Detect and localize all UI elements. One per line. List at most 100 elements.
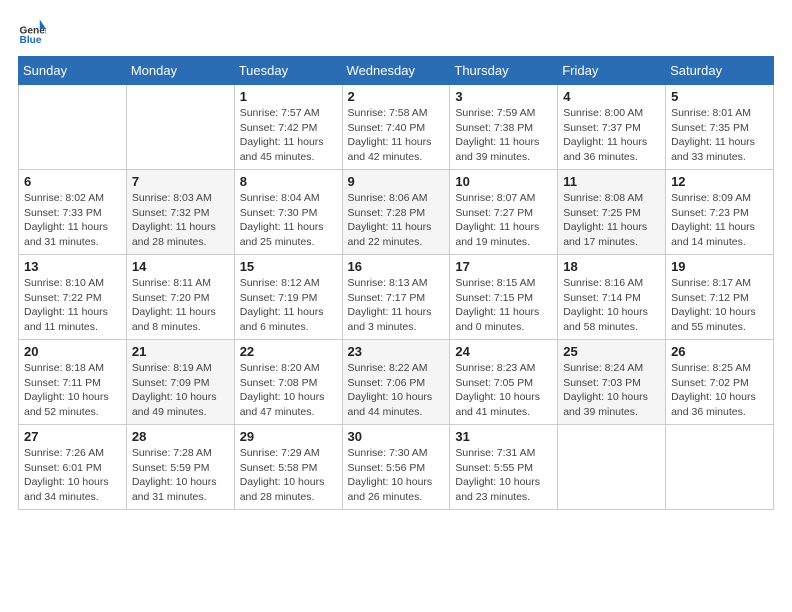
day-info: Sunrise: 8:06 AMSunset: 7:28 PMDaylight:… bbox=[348, 191, 445, 250]
day-info: Sunrise: 7:58 AMSunset: 7:40 PMDaylight:… bbox=[348, 106, 445, 165]
day-number: 11 bbox=[563, 174, 660, 189]
calendar-cell: 24 Sunrise: 8:23 AMSunset: 7:05 PMDayligh… bbox=[450, 340, 558, 425]
day-info: Sunrise: 7:28 AMSunset: 5:59 PMDaylight:… bbox=[132, 446, 229, 505]
day-info: Sunrise: 8:19 AMSunset: 7:09 PMDaylight:… bbox=[132, 361, 229, 420]
calendar-cell: 19 Sunrise: 8:17 AMSunset: 7:12 PMDayligh… bbox=[666, 255, 774, 340]
day-info: Sunrise: 8:00 AMSunset: 7:37 PMDaylight:… bbox=[563, 106, 660, 165]
calendar-cell: 20 Sunrise: 8:18 AMSunset: 7:11 PMDayligh… bbox=[19, 340, 127, 425]
calendar-cell: 13 Sunrise: 8:10 AMSunset: 7:22 PMDayligh… bbox=[19, 255, 127, 340]
calendar-cell: 18 Sunrise: 8:16 AMSunset: 7:14 PMDayligh… bbox=[558, 255, 666, 340]
day-info: Sunrise: 8:13 AMSunset: 7:17 PMDaylight:… bbox=[348, 276, 445, 335]
day-info: Sunrise: 8:12 AMSunset: 7:19 PMDaylight:… bbox=[240, 276, 337, 335]
calendar-cell bbox=[558, 425, 666, 510]
day-number: 14 bbox=[132, 259, 229, 274]
day-number: 4 bbox=[563, 89, 660, 104]
calendar-cell: 23Sunrise: 8:22 AMSunset: 7:06 PMDayligh… bbox=[342, 340, 450, 425]
day-info: Sunrise: 8:15 AMSunset: 7:15 PMDaylight:… bbox=[455, 276, 552, 335]
day-number: 30 bbox=[348, 429, 445, 444]
calendar-cell: 2 Sunrise: 7:58 AMSunset: 7:40 PMDaylight… bbox=[342, 85, 450, 170]
day-number: 18 bbox=[563, 259, 660, 274]
logo: General Blue bbox=[18, 18, 46, 46]
weekday-header: Sunday bbox=[19, 57, 127, 85]
calendar-cell: 21 Sunrise: 8:19 AMSunset: 7:09 PMDayligh… bbox=[126, 340, 234, 425]
calendar-cell: 30 Sunrise: 7:30 AMSunset: 5:56 PMDayligh… bbox=[342, 425, 450, 510]
day-info: Sunrise: 7:31 AMSunset: 5:55 PMDaylight:… bbox=[455, 446, 552, 505]
calendar-cell: 31 Sunrise: 7:31 AMSunset: 5:55 PMDayligh… bbox=[450, 425, 558, 510]
day-info: Sunrise: 8:10 AMSunset: 7:22 PMDaylight:… bbox=[24, 276, 121, 335]
calendar-cell: 27Sunrise: 7:26 AMSunset: 6:01 PMDayligh… bbox=[19, 425, 127, 510]
day-number: 22 bbox=[240, 344, 337, 359]
calendar-cell: 22 Sunrise: 8:20 AMSunset: 7:08 PMDayligh… bbox=[234, 340, 342, 425]
day-number: 6 bbox=[24, 174, 121, 189]
calendar-cell: 7 Sunrise: 8:03 AMSunset: 7:32 PMDaylight… bbox=[126, 170, 234, 255]
calendar-cell: 11 Sunrise: 8:08 AMSunset: 7:25 PMDayligh… bbox=[558, 170, 666, 255]
day-number: 17 bbox=[455, 259, 552, 274]
calendar-cell: 15 Sunrise: 8:12 AMSunset: 7:19 PMDayligh… bbox=[234, 255, 342, 340]
day-number: 25 bbox=[563, 344, 660, 359]
day-number: 16 bbox=[348, 259, 445, 274]
calendar-cell: 1Sunrise: 7:57 AMSunset: 7:42 PMDaylight… bbox=[234, 85, 342, 170]
day-info: Sunrise: 7:59 AMSunset: 7:38 PMDaylight:… bbox=[455, 106, 552, 165]
calendar-cell bbox=[666, 425, 774, 510]
day-info: Sunrise: 8:23 AMSunset: 7:05 PMDaylight:… bbox=[455, 361, 552, 420]
weekday-header: Tuesday bbox=[234, 57, 342, 85]
day-number: 8 bbox=[240, 174, 337, 189]
weekday-header: Friday bbox=[558, 57, 666, 85]
day-info: Sunrise: 8:11 AMSunset: 7:20 PMDaylight:… bbox=[132, 276, 229, 335]
calendar-cell: 26Sunrise: 8:25 AMSunset: 7:02 PMDayligh… bbox=[666, 340, 774, 425]
day-info: Sunrise: 8:09 AMSunset: 7:23 PMDaylight:… bbox=[671, 191, 768, 250]
day-number: 24 bbox=[455, 344, 552, 359]
day-info: Sunrise: 8:20 AMSunset: 7:08 PMDaylight:… bbox=[240, 361, 337, 420]
calendar-cell: 8 Sunrise: 8:04 AMSunset: 7:30 PMDaylight… bbox=[234, 170, 342, 255]
calendar-cell bbox=[126, 85, 234, 170]
calendar-table: SundayMondayTuesdayWednesdayThursdayFrid… bbox=[18, 56, 774, 510]
calendar-cell: 3 Sunrise: 7:59 AMSunset: 7:38 PMDaylight… bbox=[450, 85, 558, 170]
day-number: 10 bbox=[455, 174, 552, 189]
day-number: 28 bbox=[132, 429, 229, 444]
day-number: 20 bbox=[24, 344, 121, 359]
calendar-cell: 10 Sunrise: 8:07 AMSunset: 7:27 PMDayligh… bbox=[450, 170, 558, 255]
day-number: 29 bbox=[240, 429, 337, 444]
day-number: 15 bbox=[240, 259, 337, 274]
day-info: Sunrise: 8:02 AMSunset: 7:33 PMDaylight:… bbox=[24, 191, 121, 250]
day-info: Sunrise: 8:17 AMSunset: 7:12 PMDaylight:… bbox=[671, 276, 768, 335]
day-number: 2 bbox=[348, 89, 445, 104]
calendar-cell: 6 Sunrise: 8:02 AMSunset: 7:33 PMDaylight… bbox=[19, 170, 127, 255]
day-info: Sunrise: 7:30 AMSunset: 5:56 PMDaylight:… bbox=[348, 446, 445, 505]
day-info: Sunrise: 8:01 AMSunset: 7:35 PMDaylight:… bbox=[671, 106, 768, 165]
day-info: Sunrise: 8:22 AMSunset: 7:06 PMDaylight:… bbox=[348, 361, 445, 420]
calendar-cell: 9 Sunrise: 8:06 AMSunset: 7:28 PMDaylight… bbox=[342, 170, 450, 255]
day-info: Sunrise: 8:16 AMSunset: 7:14 PMDaylight:… bbox=[563, 276, 660, 335]
weekday-header: Saturday bbox=[666, 57, 774, 85]
day-number: 19 bbox=[671, 259, 768, 274]
day-number: 13 bbox=[24, 259, 121, 274]
weekday-header: Monday bbox=[126, 57, 234, 85]
calendar-cell: 17 Sunrise: 8:15 AMSunset: 7:15 PMDayligh… bbox=[450, 255, 558, 340]
day-info: Sunrise: 8:04 AMSunset: 7:30 PMDaylight:… bbox=[240, 191, 337, 250]
day-info: Sunrise: 8:07 AMSunset: 7:27 PMDaylight:… bbox=[455, 191, 552, 250]
calendar-cell bbox=[19, 85, 127, 170]
calendar-cell: 4 Sunrise: 8:00 AMSunset: 7:37 PMDaylight… bbox=[558, 85, 666, 170]
svg-text:Blue: Blue bbox=[20, 35, 42, 46]
day-info: Sunrise: 8:24 AMSunset: 7:03 PMDaylight:… bbox=[563, 361, 660, 420]
day-number: 31 bbox=[455, 429, 552, 444]
day-info: Sunrise: 8:03 AMSunset: 7:32 PMDaylight:… bbox=[132, 191, 229, 250]
day-number: 12 bbox=[671, 174, 768, 189]
calendar-cell: 28 Sunrise: 7:28 AMSunset: 5:59 PMDayligh… bbox=[126, 425, 234, 510]
day-number: 9 bbox=[348, 174, 445, 189]
day-number: 27 bbox=[24, 429, 121, 444]
weekday-header: Thursday bbox=[450, 57, 558, 85]
day-number: 7 bbox=[132, 174, 229, 189]
day-info: Sunrise: 8:18 AMSunset: 7:11 PMDaylight:… bbox=[24, 361, 121, 420]
calendar-cell: 25 Sunrise: 8:24 AMSunset: 7:03 PMDayligh… bbox=[558, 340, 666, 425]
day-info: Sunrise: 8:08 AMSunset: 7:25 PMDaylight:… bbox=[563, 191, 660, 250]
day-info: Sunrise: 7:29 AMSunset: 5:58 PMDaylight:… bbox=[240, 446, 337, 505]
day-number: 3 bbox=[455, 89, 552, 104]
day-number: 26 bbox=[671, 344, 768, 359]
day-number: 1 bbox=[240, 89, 337, 104]
calendar-cell: 16 Sunrise: 8:13 AMSunset: 7:17 PMDayligh… bbox=[342, 255, 450, 340]
calendar-cell: 5 Sunrise: 8:01 AMSunset: 7:35 PMDaylight… bbox=[666, 85, 774, 170]
day-number: 5 bbox=[671, 89, 768, 104]
calendar-cell: 29 Sunrise: 7:29 AMSunset: 5:58 PMDayligh… bbox=[234, 425, 342, 510]
day-number: 21 bbox=[132, 344, 229, 359]
